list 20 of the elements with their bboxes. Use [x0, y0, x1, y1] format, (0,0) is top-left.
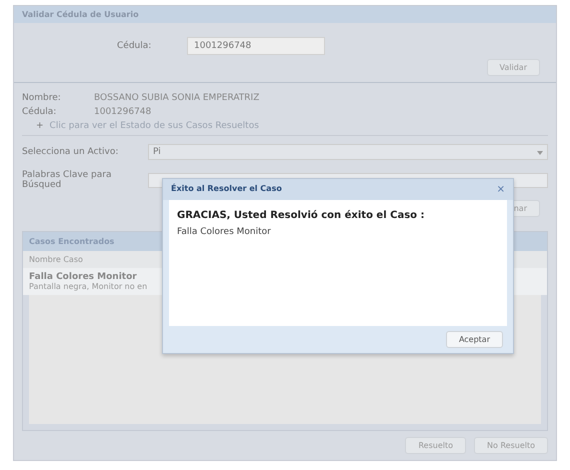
action-button[interactable]: Resuelto — [405, 437, 466, 454]
field-label: Nombre: — [22, 93, 62, 103]
ok-button[interactable]: Aceptar — [446, 331, 503, 348]
action-button[interactable]: No Resuelto — [474, 437, 548, 454]
field-label: Palabras Clave para Búsqued — [22, 170, 112, 190]
user-name: BOSSANO SUBIA SONIA EMPERATRIZ — [94, 93, 260, 103]
user-id: 1001296748 — [94, 107, 152, 117]
field-label: Cédula: — [117, 41, 152, 51]
dialog-title: Éxito al Resolver el Caso — [171, 184, 282, 195]
caret-icon — [537, 151, 543, 155]
asset-select[interactable]: Pi — [148, 144, 548, 160]
panel-title: Validar Cédula de Usuario — [14, 6, 556, 23]
resolved-cases-link[interactable]: Clic para ver el Estado de sus Casos Resueltos — [50, 121, 259, 131]
id-field[interactable]: 1001296748 — [187, 37, 325, 55]
close-button[interactable]: × — [496, 184, 505, 195]
dialog-message: GRACIAS, Usted Resolvió con éxito el Caso : — [177, 210, 426, 221]
field-label: Cédula: — [22, 107, 58, 117]
field-label: Selecciona un Activo: — [22, 147, 120, 157]
expand-icon: + — [36, 121, 44, 131]
validate-button[interactable]: Validar — [486, 59, 540, 76]
